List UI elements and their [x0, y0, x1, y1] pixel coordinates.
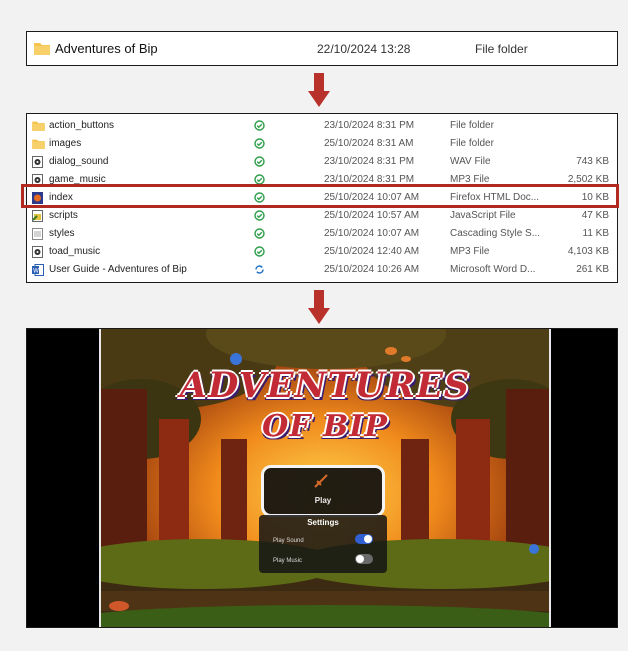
file-type: File folder	[450, 120, 494, 131]
game-viewport: ADVENTURES OF BIP Play Settings Play Sou…	[99, 329, 551, 627]
folder-icon	[32, 138, 45, 152]
file-row-dialog-sound[interactable]: dialog_sound 23/10/2024 8:31 PM WAV File 74…	[27, 153, 617, 171]
down-arrow-icon	[308, 73, 330, 107]
play-sound-label: Play Sound	[273, 538, 304, 544]
audio-file-icon	[32, 156, 43, 171]
file-name: styles	[49, 228, 75, 239]
file-name: toad_music	[49, 246, 101, 257]
file-name: scripts	[49, 210, 78, 221]
file-row-images[interactable]: images 25/10/2024 8:31 AM File folder	[27, 135, 617, 153]
script-file-icon	[32, 210, 43, 225]
file-size: 11 KB	[582, 228, 610, 239]
play-music-label: Play Music	[273, 558, 303, 564]
file-type: JavaScript File	[450, 210, 516, 221]
down-arrow-icon	[308, 290, 330, 324]
file-name: action_buttons	[49, 120, 115, 131]
file-date: 25/10/2024 10:57 AM	[324, 210, 420, 221]
file-date: 23/10/2024 8:31 PM	[324, 156, 415, 167]
file-date: 25/10/2024 10:26 AM	[324, 264, 420, 275]
file-row-styles[interactable]: styles 25/10/2024 10:07 AM Cascading Style…	[27, 225, 617, 243]
game-title-line1: ADVENTURES	[179, 365, 471, 406]
game-title-line2: OF BIP	[262, 409, 388, 444]
file-type: File folder	[450, 138, 494, 149]
play-button[interactable]: Play	[261, 465, 385, 517]
file-date: 23/10/2024 8:31 PM	[324, 120, 415, 131]
folder-date: 22/10/2024 13:28	[317, 42, 411, 56]
file-date: 25/10/2024 10:07 AM	[324, 228, 420, 239]
folder-name: Adventures of Bip	[55, 41, 158, 56]
file-date: 25/10/2024 8:31 AM	[324, 138, 414, 149]
sync-check-icon	[254, 228, 265, 242]
folder-row[interactable]: Adventures of Bip 22/10/2024 13:28 File …	[26, 31, 618, 66]
css-file-icon	[32, 228, 43, 243]
sync-check-icon	[254, 138, 265, 152]
game-screenshot: ADVENTURES OF BIP Play Settings Play Sou…	[26, 328, 618, 628]
file-row-toad-music[interactable]: toad_music 25/10/2024 12:40 AM MP3 File 4,1…	[27, 243, 617, 261]
file-type: Cascading Style S...	[450, 228, 541, 239]
settings-panel: Settings Play Sound Play Music	[259, 515, 387, 573]
folder-icon	[32, 120, 45, 134]
play-music-toggle[interactable]	[355, 554, 373, 564]
sword-icon	[314, 474, 328, 488]
file-type: MP3 File	[450, 246, 490, 257]
sync-pending-icon	[254, 264, 265, 278]
folder-type: File folder	[475, 42, 528, 56]
file-name: dialog_sound	[49, 156, 109, 167]
file-size: 261 KB	[576, 264, 609, 275]
folder-icon	[34, 43, 50, 55]
settings-title: Settings	[307, 518, 339, 527]
audio-file-icon	[32, 246, 43, 261]
sync-check-icon	[254, 156, 265, 170]
file-row-action-buttons[interactable]: action_buttons 23/10/2024 8:31 PM File fol…	[27, 117, 617, 135]
file-size: 4,103 KB	[567, 246, 609, 257]
svg-text:W: W	[33, 268, 39, 275]
file-row-user-guide-adventures-of-bip[interactable]: W User Guide - Adventures of Bip 25/10/202…	[27, 261, 617, 279]
word-file-icon: W	[32, 264, 44, 279]
index-highlight-box	[21, 184, 619, 208]
sync-check-icon	[254, 246, 265, 260]
file-size: 47 KB	[581, 210, 609, 221]
play-label: Play	[314, 496, 332, 505]
file-date: 25/10/2024 12:40 AM	[324, 246, 420, 257]
file-type: WAV File	[450, 156, 491, 167]
file-size: 743 KB	[576, 156, 609, 167]
file-type: Microsoft Word D...	[450, 264, 536, 275]
play-sound-toggle[interactable]	[355, 534, 373, 544]
sync-check-icon	[254, 120, 265, 134]
file-row-scripts[interactable]: scripts 25/10/2024 10:57 AM JavaScript Fil…	[27, 207, 617, 225]
file-name: User Guide - Adventures of Bip	[49, 264, 187, 275]
sync-check-icon	[254, 210, 265, 224]
file-name: images	[49, 138, 82, 149]
